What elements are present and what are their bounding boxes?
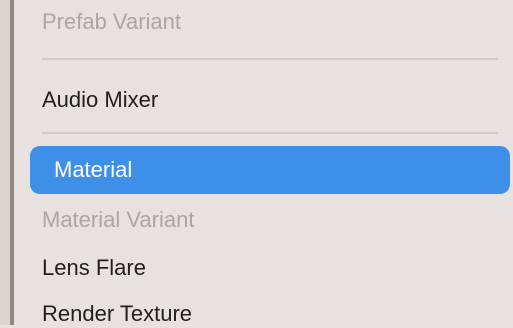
menu-divider	[42, 58, 498, 60]
menu-item-render-texture[interactable]: Render Texture	[42, 300, 192, 328]
menu-item-audio-mixer[interactable]: Audio Mixer	[42, 86, 158, 114]
window-left-edge	[0, 0, 14, 325]
menu-item-material[interactable]: Material	[30, 146, 510, 194]
menu-divider	[42, 132, 498, 134]
menu-item-label: Material	[54, 157, 133, 182]
menu-item-material-variant: Material Variant	[42, 207, 195, 232]
context-menu: Prefab Variant Audio Mixer Material Mate…	[18, 0, 513, 328]
menu-item-prefab-variant: Prefab Variant	[42, 9, 182, 34]
menu-item-lens-flare[interactable]: Lens Flare	[42, 254, 146, 282]
